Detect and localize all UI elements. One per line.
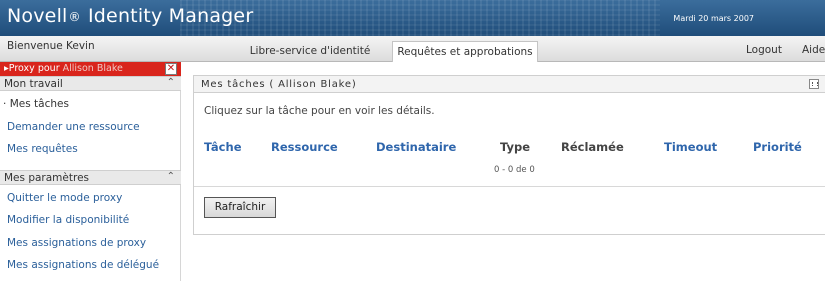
section-title: Mes paramètres: [4, 172, 89, 184]
result-count: 0 - 0 de 0: [494, 165, 535, 175]
section-mes-parametres[interactable]: Mes paramètres ⌃: [0, 170, 181, 185]
panel-options-icon[interactable]: [809, 79, 819, 89]
refresh-button[interactable]: Rafraîchir: [204, 197, 276, 218]
proxy-label: ▸Proxy pour Allison Blake: [4, 63, 123, 74]
collapse-icon[interactable]: ⌃: [167, 77, 175, 88]
header-date: Mardi 20 mars 2007: [673, 14, 754, 23]
column-header-tache[interactable]: Tâche: [204, 140, 242, 154]
divider: [194, 186, 825, 187]
sidebar-item-label: Mes tâches: [9, 98, 69, 110]
tasks-panel: Mes tâches ( Allison Blake) Cliquez sur …: [193, 75, 825, 235]
proxy-user-name: Allison Blake: [62, 63, 123, 74]
column-header-destinataire[interactable]: Destinataire: [376, 140, 456, 154]
help-link[interactable]: Aide: [802, 44, 825, 56]
column-header-type: Type: [500, 140, 531, 154]
collapse-icon[interactable]: ⌃: [167, 171, 175, 182]
sidebar-item-quitter-proxy[interactable]: Quitter le mode proxy: [7, 192, 122, 204]
section-mon-travail[interactable]: Mon travail ⌃: [0, 76, 181, 91]
instructions-text: Cliquez sur la tâche pour en voir les dé…: [204, 105, 435, 117]
tab-requetes-approbations[interactable]: Requêtes et approbations: [392, 41, 538, 62]
sidebar-item-demander-ressource[interactable]: Demander une ressource: [7, 121, 140, 133]
close-proxy-icon[interactable]: ✕: [165, 63, 177, 75]
column-header-timeout[interactable]: Timeout: [664, 140, 717, 154]
tab-bar: Bienvenue Kevin Libre-service d'identité…: [0, 36, 825, 62]
app-header: Novell® Identity Manager Mardi 20 mars 2…: [0, 0, 825, 36]
section-title: Mon travail: [4, 78, 63, 90]
sidebar-item-mes-taches[interactable]: · Mes tâches: [3, 98, 69, 110]
proxy-for-text: Proxy pour: [8, 63, 60, 74]
logo-registered-mark: ®: [68, 10, 81, 24]
column-header-ressource[interactable]: Ressource: [271, 140, 338, 154]
app-logo: Novell® Identity Manager: [7, 5, 253, 27]
sidebar: ▸Proxy pour Allison Blake ✕ Mon travail …: [0, 62, 181, 281]
logo-prefix: Novell: [7, 5, 68, 27]
sidebar-item-assignations-proxy[interactable]: Mes assignations de proxy: [7, 237, 146, 249]
sidebar-item-assignations-delegue[interactable]: Mes assignations de délégué: [7, 259, 159, 271]
sidebar-item-mes-requetes[interactable]: Mes requêtes: [7, 143, 78, 155]
welcome-text: Bienvenue Kevin: [7, 40, 95, 52]
column-header-priorite[interactable]: Priorité: [753, 140, 802, 154]
proxy-bar: ▸Proxy pour Allison Blake ✕: [0, 62, 181, 76]
panel-title: Mes tâches ( Allison Blake): [201, 79, 357, 90]
logo-suffix: Identity Manager: [87, 5, 254, 27]
column-header-reclamee: Réclamée: [561, 140, 624, 154]
panel-header: Mes tâches ( Allison Blake): [194, 76, 825, 93]
sidebar-item-modifier-disponibilite[interactable]: Modifier la disponibilité: [7, 214, 129, 226]
logout-link[interactable]: Logout: [746, 44, 782, 56]
tab-libre-service[interactable]: Libre-service d'identité: [245, 41, 375, 62]
